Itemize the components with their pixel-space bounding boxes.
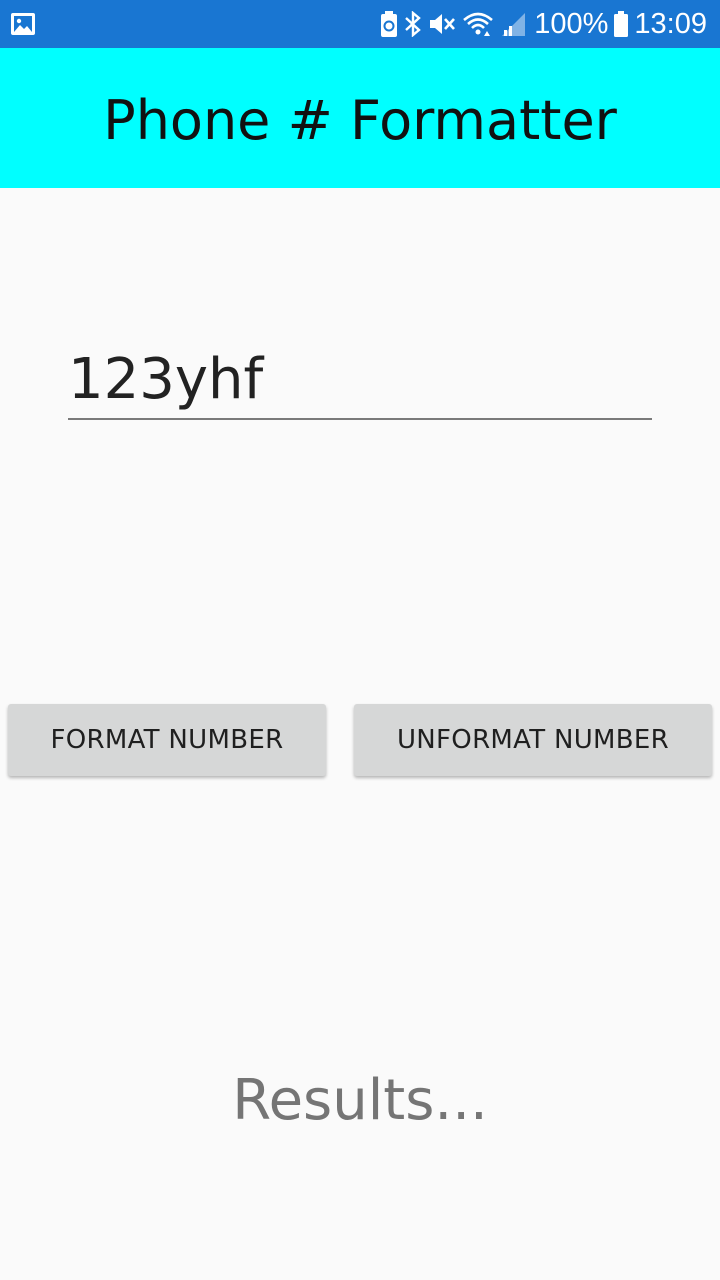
gallery-notification-icon bbox=[10, 12, 36, 36]
app-bar: Phone # Formatter bbox=[0, 48, 720, 188]
unformat-number-button[interactable]: UNFORMAT NUMBER bbox=[354, 704, 712, 776]
status-bar: 100% 13:09 bbox=[0, 0, 720, 48]
status-icons: 100% 13:09 bbox=[380, 0, 720, 48]
status-clock: 13:09 bbox=[634, 7, 707, 40]
phone-number-input[interactable] bbox=[68, 340, 652, 420]
wifi-icon bbox=[462, 11, 494, 37]
signal-icon bbox=[500, 11, 526, 37]
battery-icon bbox=[614, 11, 629, 37]
mute-icon bbox=[428, 11, 456, 37]
app-title: Phone # Formatter bbox=[103, 88, 617, 152]
battery-percent: 100% bbox=[534, 7, 609, 40]
bluetooth-icon bbox=[404, 10, 422, 38]
results-text: Results... bbox=[232, 1068, 488, 1133]
battery-saver-icon bbox=[380, 11, 398, 37]
format-number-button[interactable]: FORMAT NUMBER bbox=[8, 704, 326, 776]
